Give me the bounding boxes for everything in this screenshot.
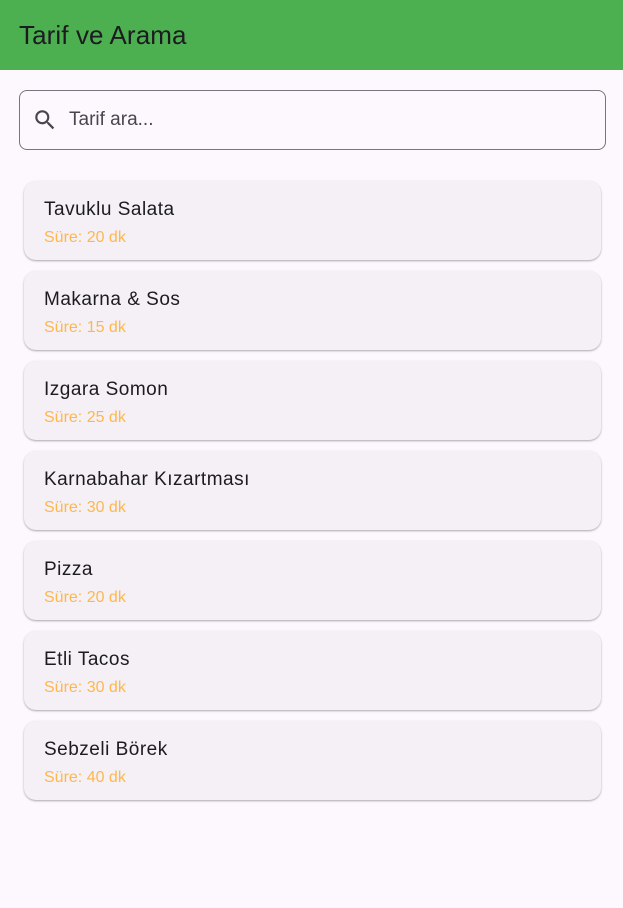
recipe-duration: Süre: 20 dk — [44, 229, 126, 246]
recipe-name: Etli Tacos — [44, 649, 130, 670]
search-input[interactable] — [69, 109, 569, 131]
app-bar: Tarif ve Arama — [0, 0, 623, 70]
recipe-duration: Süre: 30 dk — [44, 679, 126, 696]
recipe-name: Makarna & Sos — [44, 289, 181, 310]
recipe-duration: Süre: 25 dk — [44, 409, 126, 426]
recipe-duration: Süre: 15 dk — [44, 319, 126, 336]
recipe-card[interactable]: Makarna & Sos Süre: 15 dk — [24, 271, 601, 350]
recipe-card[interactable]: Sebzeli Börek Süre: 40 dk — [24, 721, 601, 800]
search-field[interactable] — [19, 90, 606, 150]
recipe-name: Pizza — [44, 559, 93, 580]
recipe-duration: Süre: 40 dk — [44, 769, 126, 786]
recipe-name: Karnabahar Kızartması — [44, 469, 250, 490]
recipe-duration: Süre: 20 dk — [44, 589, 126, 606]
recipe-name: Izgara Somon — [44, 379, 169, 400]
recipe-card[interactable]: Tavuklu Salata Süre: 20 dk — [24, 181, 601, 260]
recipe-name: Sebzeli Börek — [44, 739, 168, 760]
recipe-card[interactable]: Karnabahar Kızartması Süre: 30 dk — [24, 451, 601, 530]
recipe-card[interactable]: Izgara Somon Süre: 25 dk — [24, 361, 601, 440]
recipe-card[interactable]: Pizza Süre: 20 dk — [24, 541, 601, 620]
recipe-name: Tavuklu Salata — [44, 199, 175, 220]
search-icon — [32, 107, 58, 133]
recipe-duration: Süre: 30 dk — [44, 499, 126, 516]
app-title: Tarif ve Arama — [19, 19, 187, 50]
recipe-list: Tavuklu Salata Süre: 20 dk Makarna & Sos… — [24, 181, 601, 811]
recipe-card[interactable]: Etli Tacos Süre: 30 dk — [24, 631, 601, 710]
